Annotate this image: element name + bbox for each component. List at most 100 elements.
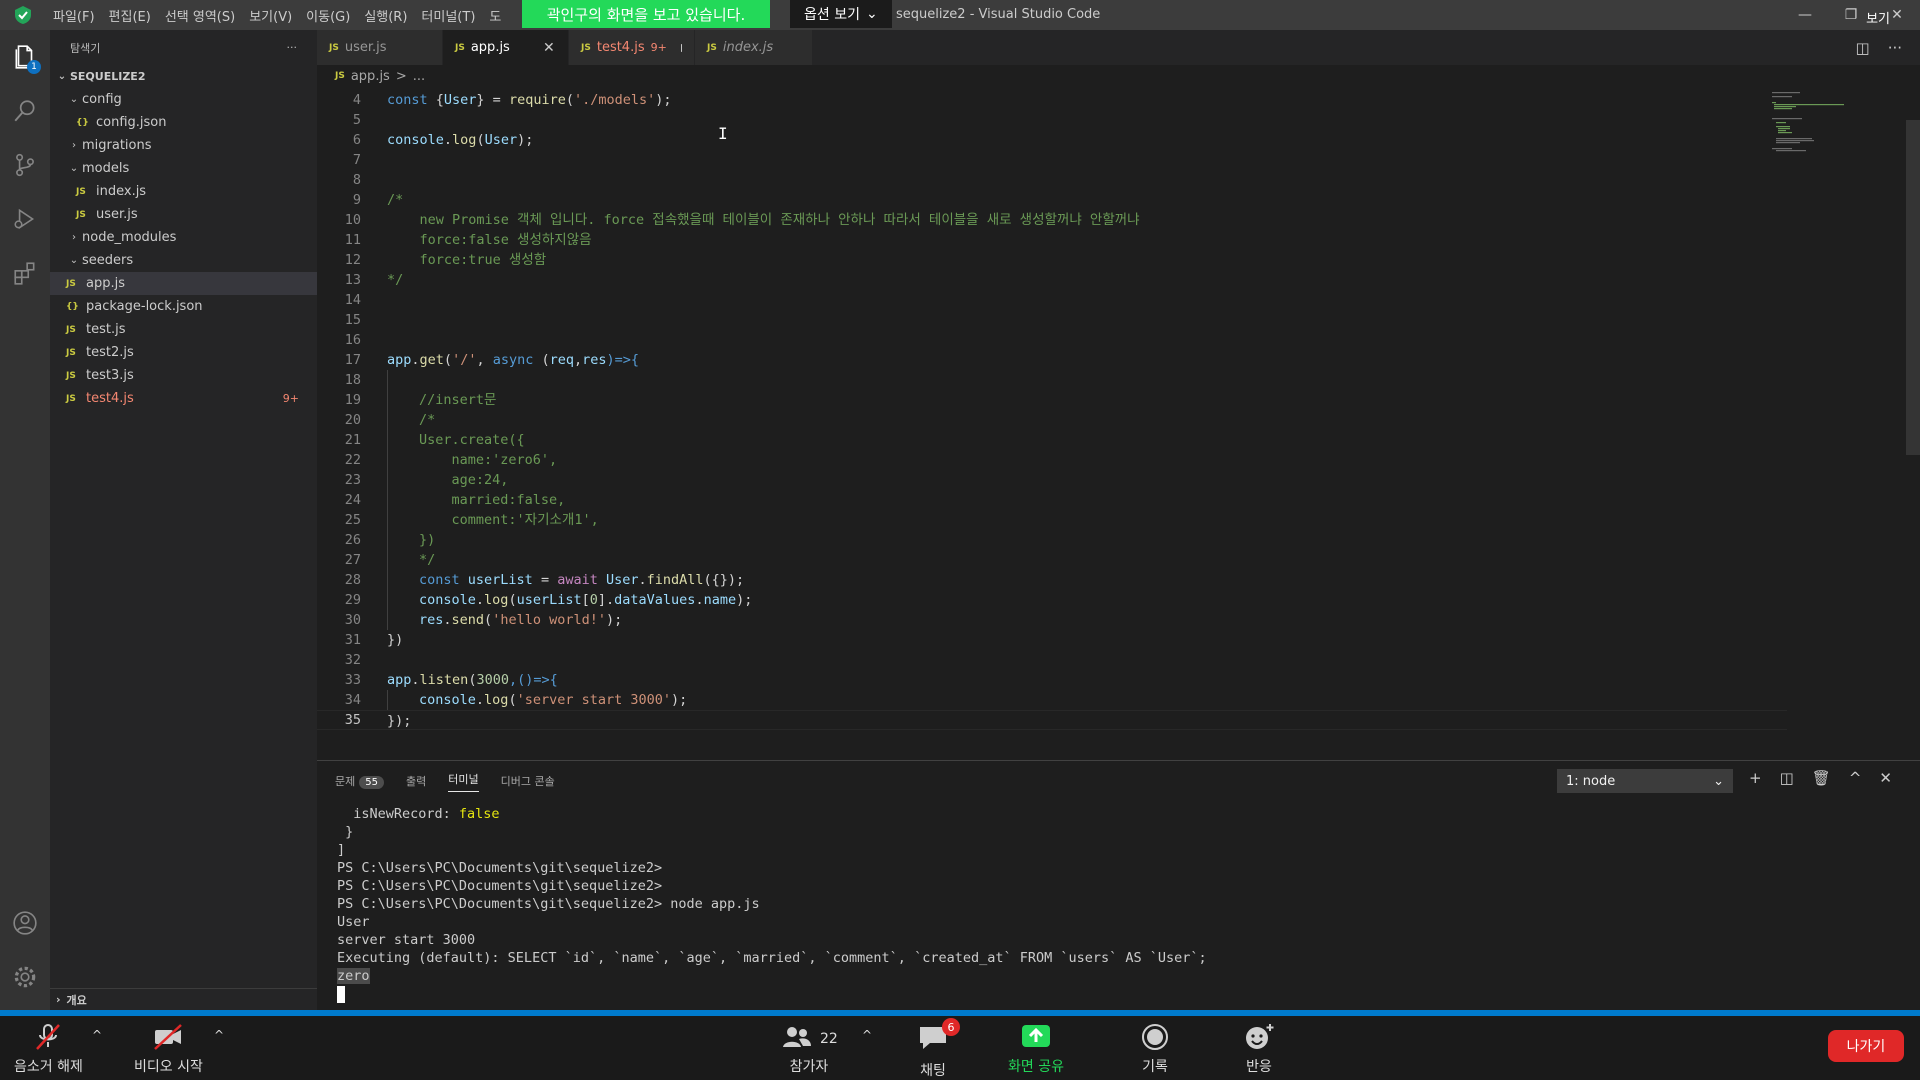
menu-view[interactable]: 보기(V) xyxy=(242,6,299,25)
menu-edit[interactable]: 편집(E) xyxy=(102,6,158,25)
participants-button[interactable]: 22 참가자 xyxy=(780,1022,838,1076)
source-control-icon[interactable] xyxy=(0,138,50,192)
chat-button[interactable]: 6 채팅 xyxy=(916,1018,960,1080)
menu-run[interactable]: 실행(R) xyxy=(357,6,414,25)
chevron-up-icon[interactable]: ^ xyxy=(92,1028,102,1042)
unmute-button[interactable]: 음소거 해제 xyxy=(14,1022,83,1076)
breadcrumb-file[interactable]: app.js xyxy=(351,69,390,84)
js-file-icon: JS xyxy=(66,370,76,381)
code-token: . xyxy=(443,612,452,628)
tree-item[interactable]: JS app.js xyxy=(50,272,317,295)
code-token: , xyxy=(574,352,583,368)
minimap[interactable] xyxy=(1770,90,1860,170)
tab-terminal[interactable]: 터미널 xyxy=(448,771,479,792)
run-debug-icon[interactable] xyxy=(0,192,50,246)
chevron-up-icon[interactable]: ^ xyxy=(214,1028,224,1042)
tree-item[interactable]: JS test3.js xyxy=(50,364,317,387)
chat-label: 채팅 xyxy=(920,1063,946,1079)
code-token: User xyxy=(605,572,639,588)
gear-icon[interactable] xyxy=(0,950,50,1004)
tree-item[interactable]: JS user.js xyxy=(50,203,317,226)
menu-go[interactable]: 이동(G) xyxy=(299,6,357,25)
code-editor[interactable]: 4 5 6 7 8 9 10 11 12 13 14 15 16 17 18 19 20 21 22 23 24 25 26… xyxy=(317,90,1920,760)
tree-item-label: package-lock.json xyxy=(86,299,203,314)
js-file-icon: JS xyxy=(66,347,76,358)
file-tree: ⌄ config{} config.json › migrations ⌄ models JS… xyxy=(50,88,317,410)
search-icon[interactable] xyxy=(0,84,50,138)
tab-index-js[interactable]: JS index.js xyxy=(695,30,813,65)
extensions-icon[interactable] xyxy=(0,246,50,300)
tree-item[interactable]: JS index.js xyxy=(50,180,317,203)
tree-item[interactable]: › node_modules xyxy=(50,226,317,249)
terminal-select[interactable]: 1: node ⌄ xyxy=(1557,769,1733,793)
code-token: name xyxy=(703,592,737,608)
terminal-line: isNewRecord: false xyxy=(337,806,499,822)
tree-item[interactable]: ⌄ seeders xyxy=(50,249,317,272)
chevron-up-icon[interactable]: ^ xyxy=(862,1028,872,1042)
tab-debug-console[interactable]: 디버그 콘솔 xyxy=(501,773,555,789)
code-comment: /* xyxy=(419,412,436,428)
plus-icon[interactable]: + xyxy=(1749,769,1762,787)
share-screen-button[interactable]: 화면 공유 xyxy=(1008,1022,1064,1076)
tree-item[interactable]: JS test2.js xyxy=(50,341,317,364)
menu-file[interactable]: 파일(F) xyxy=(46,6,102,25)
tab-label: index.js xyxy=(722,40,774,55)
line-number: 21 xyxy=(344,432,361,448)
gutter-row: 30 xyxy=(317,610,361,630)
split-editor-icon[interactable]: ◫ xyxy=(1856,39,1870,57)
line-number: 11 xyxy=(344,232,361,248)
view-options-button[interactable]: 옵션 보기 ⌄ xyxy=(790,0,892,28)
tree-item[interactable]: ⌄ models xyxy=(50,157,317,180)
start-video-button[interactable]: 비디오 시작 xyxy=(134,1022,203,1076)
code-token: User xyxy=(443,92,477,108)
unsaved-dot-icon[interactable] xyxy=(680,43,682,52)
split-terminal-icon[interactable]: ◫ xyxy=(1780,769,1794,787)
tab-app-js[interactable]: JS app.js ✕ xyxy=(443,30,569,65)
more-actions-icon[interactable]: ··· xyxy=(287,41,298,54)
tree-item[interactable]: › migrations xyxy=(50,134,317,157)
view-button[interactable]: 보기 xyxy=(1866,8,1890,27)
tree-item-label: config xyxy=(82,92,122,107)
menu-selection[interactable]: 선택 영역(S) xyxy=(158,6,242,25)
accounts-icon[interactable] xyxy=(0,896,50,950)
chevron-up-icon[interactable]: ^ xyxy=(1849,769,1862,787)
outline-section[interactable]: › 개요 xyxy=(50,988,317,1010)
tree-item[interactable]: JS test4.js 9+ xyxy=(50,387,317,410)
close-icon[interactable]: ✕ xyxy=(542,40,556,56)
tree-item[interactable]: {} package-lock.json xyxy=(50,295,317,318)
terminal-select-value: 1: node xyxy=(1566,773,1616,789)
reactions-button[interactable]: 반응 xyxy=(1242,1022,1276,1076)
trash-icon[interactable]: 🗑 xyxy=(1812,769,1831,787)
close-icon[interactable]: ✕ xyxy=(1879,769,1892,787)
leave-button[interactable]: 나가기 xyxy=(1828,1030,1904,1062)
editor-scrollbar[interactable] xyxy=(1906,120,1920,455)
terminal-output[interactable]: isNewRecord: false } ] PS C:\Users\PC\Do… xyxy=(337,805,1207,1003)
explorer-title: 탐색기 xyxy=(70,41,101,55)
explorer-icon[interactable]: 1 xyxy=(0,30,50,84)
tab-test4-js[interactable]: JS test4.js 9+ xyxy=(569,30,695,65)
tab-user-js[interactable]: JS user.js xyxy=(317,30,443,65)
minimize-button[interactable]: — xyxy=(1782,0,1828,30)
video-muted-icon xyxy=(154,1024,183,1050)
tree-item[interactable]: JS test.js xyxy=(50,318,317,341)
line-number: 6 xyxy=(352,132,361,148)
code-token: console xyxy=(419,692,476,708)
more-actions-icon[interactable]: ··· xyxy=(1888,39,1902,57)
line-number: 33 xyxy=(344,672,361,688)
participants-label: 참가자 xyxy=(789,1059,829,1075)
tree-item[interactable]: {} config.json xyxy=(50,111,317,134)
workspace-root[interactable]: ⌄ SEQUELIZE2 xyxy=(50,65,317,88)
tree-item-label: migrations xyxy=(82,138,152,153)
gutter-row: 26 xyxy=(317,530,361,550)
menu-terminal[interactable]: 터미널(T) xyxy=(414,6,482,25)
terminal-line: User xyxy=(337,914,370,930)
code-comment: age:24, xyxy=(419,472,509,488)
tab-output[interactable]: 출력 xyxy=(406,773,426,789)
tree-item[interactable]: ⌄ config xyxy=(50,88,317,111)
bottom-panel: 문제 55 출력 터미널 디버그 콘솔 1: node ⌄ + ◫ 🗑 ^ ✕ i… xyxy=(317,760,1920,1010)
menu-help[interactable]: 도 xyxy=(482,6,508,25)
tab-problems[interactable]: 문제 55 xyxy=(335,773,384,789)
record-button[interactable]: 기록 xyxy=(1138,1022,1172,1076)
gutter-row: 32 xyxy=(317,650,361,670)
breadcrumb-rest[interactable]: ... xyxy=(413,69,425,84)
